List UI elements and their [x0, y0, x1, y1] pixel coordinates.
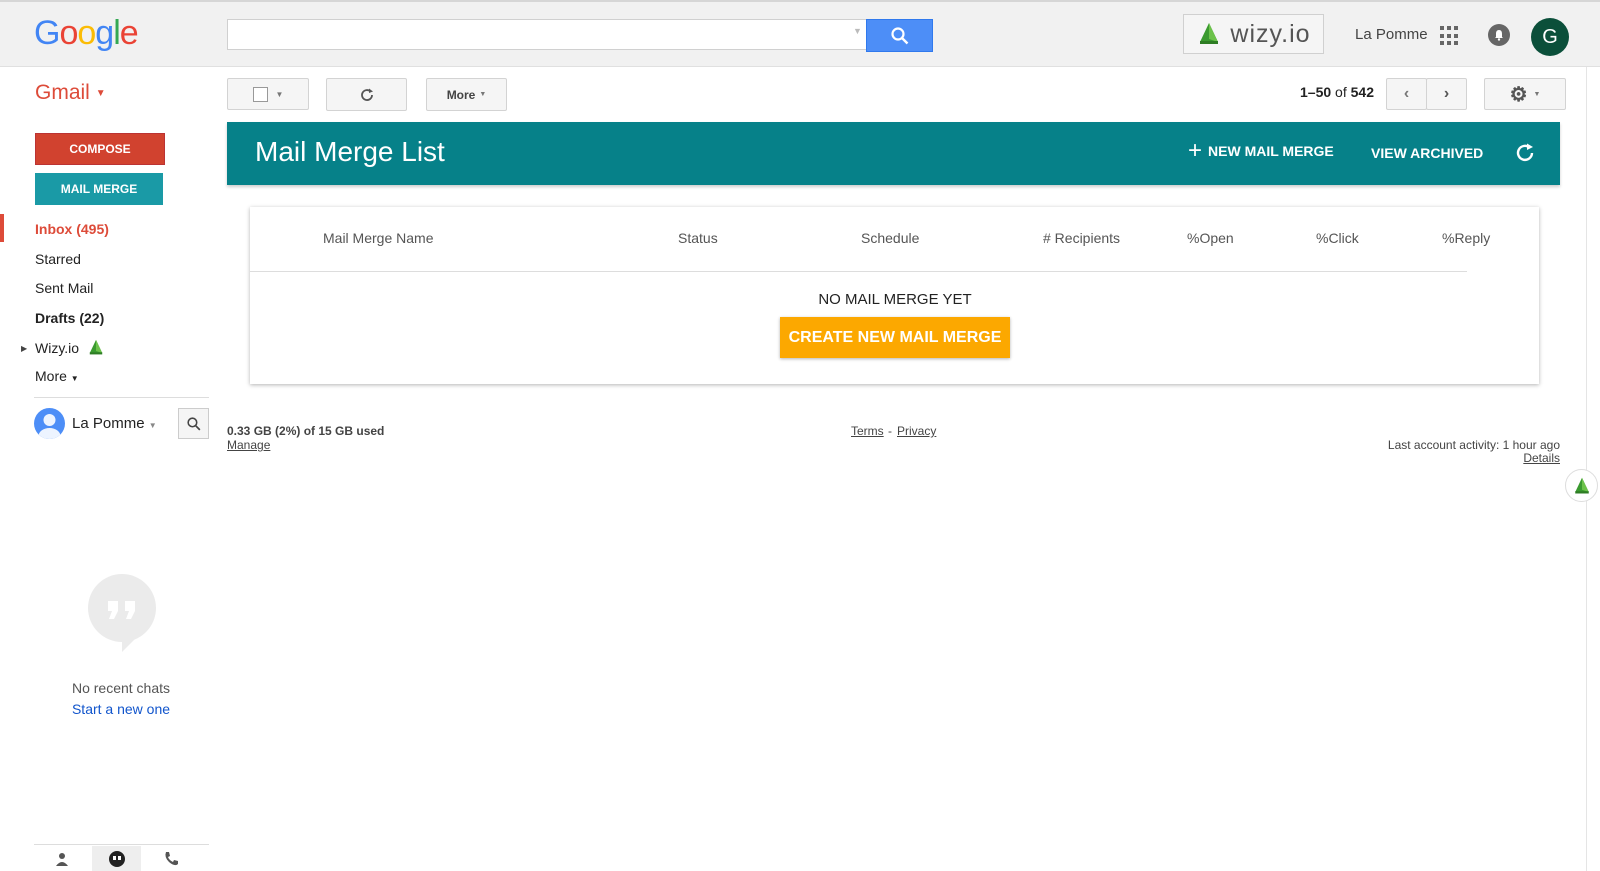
- account-name[interactable]: La Pomme: [1355, 26, 1428, 43]
- refresh-icon: [360, 88, 373, 101]
- chevron-down-icon: ▼: [95, 87, 106, 99]
- settings-button[interactable]: ⚙ ▼: [1484, 78, 1566, 110]
- gmail-menu[interactable]: Gmail ▼: [35, 81, 106, 105]
- search-icon: [890, 26, 908, 44]
- chevron-down-icon: ▼: [70, 374, 79, 383]
- column-header-reply[interactable]: %Reply: [1442, 230, 1490, 246]
- refresh-button[interactable]: [326, 78, 407, 111]
- contacts-tab[interactable]: [34, 846, 89, 871]
- sidebar-item-starred[interactable]: Starred: [35, 251, 81, 267]
- chevron-left-icon: ‹: [1403, 85, 1410, 102]
- chevron-down-icon: ▼: [479, 91, 487, 98]
- new-mail-merge-button[interactable]: + NEW MAIL MERGE: [1188, 137, 1334, 164]
- mail-merge-button[interactable]: MAIL MERGE: [35, 173, 163, 205]
- chevron-right-icon: ›: [1443, 85, 1450, 102]
- user-icon: [38, 414, 61, 439]
- active-item-marker: [0, 214, 4, 242]
- wizy-tree-icon: [1574, 477, 1589, 493]
- last-activity: Last account activity: 1 hour ago: [1387, 438, 1560, 452]
- divider: [250, 271, 1467, 272]
- hangouts-user[interactable]: La Pomme ▼: [72, 415, 157, 432]
- chevron-down-icon: ▼: [148, 421, 157, 430]
- no-chats-text: No recent chats: [71, 680, 171, 696]
- phone-icon: [164, 851, 178, 865]
- wizy-tree-icon: [1200, 23, 1219, 44]
- new-mail-merge-label: NEW MAIL MERGE: [1208, 143, 1334, 159]
- gear-icon: ⚙: [1509, 83, 1528, 106]
- view-archived-button[interactable]: VIEW ARCHIVED: [1371, 145, 1483, 161]
- gmail-label: Gmail: [35, 81, 90, 104]
- plus-icon: +: [1188, 137, 1203, 164]
- expand-arrow-icon[interactable]: ▶: [21, 344, 27, 353]
- page-total: 542: [1350, 84, 1374, 100]
- compose-button[interactable]: COMPOSE: [35, 133, 165, 165]
- column-header-name[interactable]: Mail Merge Name: [323, 230, 433, 246]
- hangouts-quote-icon: [88, 574, 156, 652]
- sidebar-item-drafts[interactable]: Drafts (22): [35, 310, 104, 326]
- divider: [34, 844, 209, 845]
- select-dropdown-button[interactable]: ▼: [227, 78, 309, 110]
- page-title: Mail Merge List: [255, 136, 445, 167]
- search-options-arrow-icon[interactable]: ▼: [853, 26, 862, 36]
- wizy-floating-button[interactable]: [1565, 469, 1598, 502]
- column-header-status[interactable]: Status: [678, 230, 718, 246]
- hangouts-search-button[interactable]: [178, 408, 209, 439]
- page-of: of: [1335, 84, 1347, 100]
- chevron-down-icon: ▼: [1533, 90, 1541, 98]
- empty-state-message: NO MAIL MERGE YET: [818, 291, 972, 308]
- storage-usage: 0.33 GB (2%) of 15 GB used: [227, 424, 385, 438]
- wizy-label: wizy.io: [1230, 19, 1311, 48]
- person-icon: [55, 852, 68, 866]
- checkbox-icon: [252, 86, 268, 102]
- create-mail-merge-button[interactable]: CREATE NEW MAIL MERGE: [780, 317, 1010, 358]
- sidebar-item-sent[interactable]: Sent Mail: [35, 280, 93, 296]
- refresh-icon[interactable]: [1514, 142, 1536, 164]
- phone-tab[interactable]: [143, 846, 198, 871]
- terms-link[interactable]: Terms: [851, 424, 884, 438]
- wizy-tree-icon: [89, 339, 103, 355]
- hangouts-icon: [108, 850, 125, 867]
- page-count: 1–50 of 542: [1300, 84, 1374, 100]
- sidebar-item-wizy[interactable]: Wizy.io: [35, 339, 105, 356]
- column-header-open[interactable]: %Open: [1187, 230, 1234, 246]
- chevron-down-icon: ▼: [275, 89, 284, 99]
- column-header-click[interactable]: %Click: [1316, 230, 1359, 246]
- more-actions-button[interactable]: More ▼: [426, 78, 507, 111]
- page-range: 1–50: [1300, 84, 1332, 100]
- search-input[interactable]: [227, 19, 867, 50]
- hangouts-user-name: La Pomme: [72, 415, 145, 432]
- more-actions-label: More: [446, 87, 476, 102]
- search-button[interactable]: [866, 19, 933, 52]
- column-header-schedule[interactable]: Schedule: [861, 230, 919, 246]
- details-link[interactable]: Details: [1460, 451, 1560, 465]
- hangouts-tab[interactable]: [92, 846, 141, 871]
- start-chat-link[interactable]: Start a new one: [0, 701, 242, 717]
- wizy-button[interactable]: wizy.io: [1183, 14, 1324, 54]
- divider: [34, 397, 209, 398]
- apps-grid-icon[interactable]: [1440, 26, 1460, 46]
- google-logo[interactable]: Google: [34, 14, 139, 53]
- hangouts-avatar[interactable]: [34, 408, 65, 439]
- previous-page-button[interactable]: ‹: [1386, 78, 1427, 110]
- sidebar-item-inbox[interactable]: Inbox (495): [35, 221, 109, 237]
- privacy-link[interactable]: Privacy: [897, 424, 936, 438]
- sidebar-item-more[interactable]: More ▼: [35, 368, 79, 384]
- column-header-recipients[interactable]: # Recipients: [1043, 230, 1120, 246]
- sidebar-item-label: Wizy.io: [35, 339, 80, 356]
- sidebar-item-label: More: [35, 368, 67, 384]
- avatar[interactable]: G: [1531, 18, 1569, 56]
- search-icon: [186, 416, 200, 430]
- footer-separator: -: [888, 424, 892, 438]
- next-page-button[interactable]: ›: [1426, 78, 1467, 110]
- bell-icon[interactable]: [1488, 24, 1510, 46]
- manage-link[interactable]: Manage: [227, 438, 270, 452]
